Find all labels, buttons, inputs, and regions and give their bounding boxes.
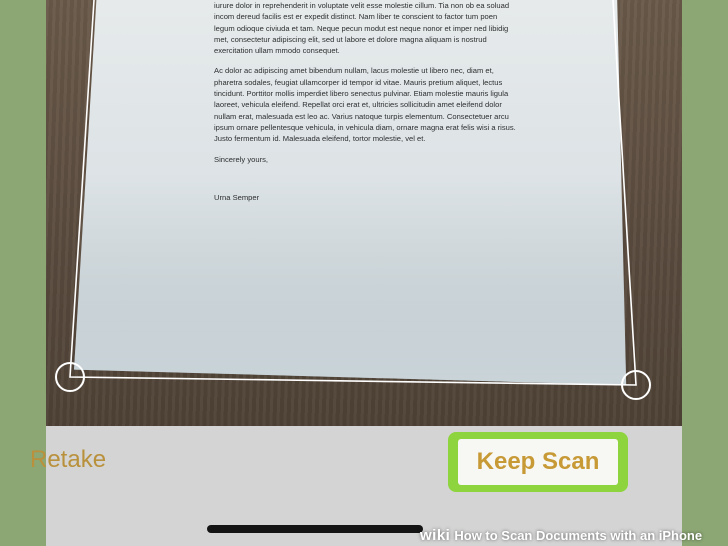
- home-indicator[interactable]: [207, 525, 423, 533]
- crop-outline: [69, 0, 637, 386]
- retake-button[interactable]: Retake: [30, 446, 106, 474]
- crop-frame: [55, 0, 651, 400]
- keep-scan-button[interactable]: Keep Scan: [458, 439, 618, 485]
- caption-banner: wiki How to Scan Documents with an iPhon…: [420, 524, 728, 546]
- right-backdrop: [682, 0, 728, 546]
- brand-logo: wiki: [420, 526, 451, 544]
- caption-title: How to Scan Documents with an iPhone: [454, 527, 703, 543]
